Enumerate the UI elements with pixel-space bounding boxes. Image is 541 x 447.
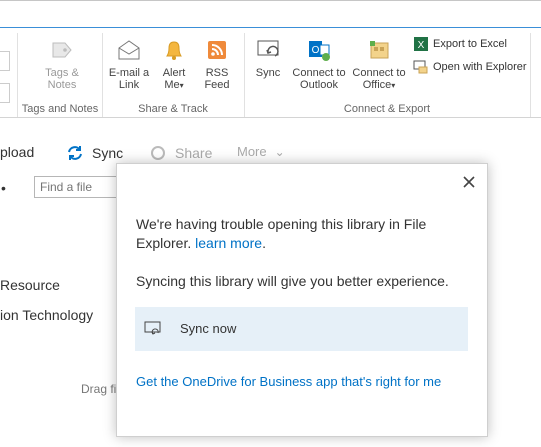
rss-feed-label: RSS Feed [204,67,230,91]
share-command[interactable]: Share [149,144,212,162]
sync-dialog: We're having trouble opening this librar… [116,163,488,437]
message-end: . [262,235,266,251]
upload-label: pload [0,144,35,160]
ribbon: Tags & Notes Tags and Notes E-mail a Lin… [0,0,541,118]
learn-more-link[interactable]: learn more [195,235,262,251]
chevron-down-icon: ⌄ [274,144,285,159]
bell-icon [166,41,182,60]
tags-notes-label: Tags & Notes [45,67,79,91]
ribbon-top-line [0,27,541,28]
alert-dropdown-icon: ▾ [179,81,184,90]
rss-feed-button[interactable]: RSS Feed [199,37,235,91]
sync-now-label: Sync now [180,321,237,336]
close-icon[interactable] [460,173,478,191]
svg-text:X: X [418,40,425,51]
dialog-message-text: We're having trouble opening this librar… [136,216,427,251]
office-dropdown-icon: ▾ [391,81,396,90]
group-label-tags-notes: Tags and Notes [21,103,99,115]
sync-label: Sync [92,145,124,161]
dialog-message: We're having trouble opening this librar… [136,215,466,253]
share-label: Share [175,145,213,161]
get-onedrive-link[interactable]: Get the OneDrive for Business app that's… [136,374,441,389]
email-icon [118,40,140,60]
tag-icon [52,42,72,58]
email-link-button[interactable]: E-mail a Link [107,37,151,91]
rss-icon [208,41,226,59]
sync-ribbon-label: Sync [255,67,281,79]
open-explorer-button[interactable]: Open with Explorer [413,59,527,75]
connect-outlook-label: Connect to Outlook [292,67,346,91]
group-separator [530,33,531,117]
group-label-share-track: Share & Track [138,103,208,115]
export-excel-button[interactable]: X Export to Excel [413,36,507,52]
tags-notes-button[interactable]: Tags & Notes [38,37,86,91]
list-item[interactable]: Resource [0,277,60,293]
alert-me-button[interactable]: Alert Me▾ [156,37,192,92]
office-folder-icon [370,41,389,59]
more-label: More [237,144,267,159]
more-command[interactable]: More ⌄ [237,144,285,159]
sync-now-button[interactable]: Sync now [135,307,468,351]
ribbon-left-control-2[interactable] [0,83,10,103]
sync-icon [68,146,82,160]
list-item[interactable]: ion Technology [0,307,93,323]
ribbon-left-control[interactable] [0,51,10,71]
open-explorer-label: Open with Explorer [433,61,527,73]
sync-library-icon [257,40,279,57]
email-link-label: E-mail a Link [108,67,150,91]
sync-message: Syncing this library will give you bette… [136,273,449,289]
sync-ribbon-button[interactable]: Sync [250,37,286,79]
connect-outlook-button[interactable]: O Connect to Outlook [291,37,347,91]
sync-command[interactable]: Sync [66,144,123,162]
explorer-icon [413,60,428,74]
upload-command[interactable]: pload [0,144,34,160]
share-icon [151,146,165,160]
connect-office-button[interactable]: Connect to Office▾ [350,37,408,92]
outlook-icon: O [309,41,330,61]
excel-icon: X [414,37,428,51]
svg-text:O: O [312,45,320,56]
list-bullet: • [1,180,6,196]
connect-office-label: Connect to Office [352,67,406,91]
export-excel-label: Export to Excel [433,38,507,50]
sync-now-icon [144,321,161,335]
group-label-connect-export: Connect & Export [343,103,431,115]
drag-files-hint: Drag fi [81,382,117,396]
